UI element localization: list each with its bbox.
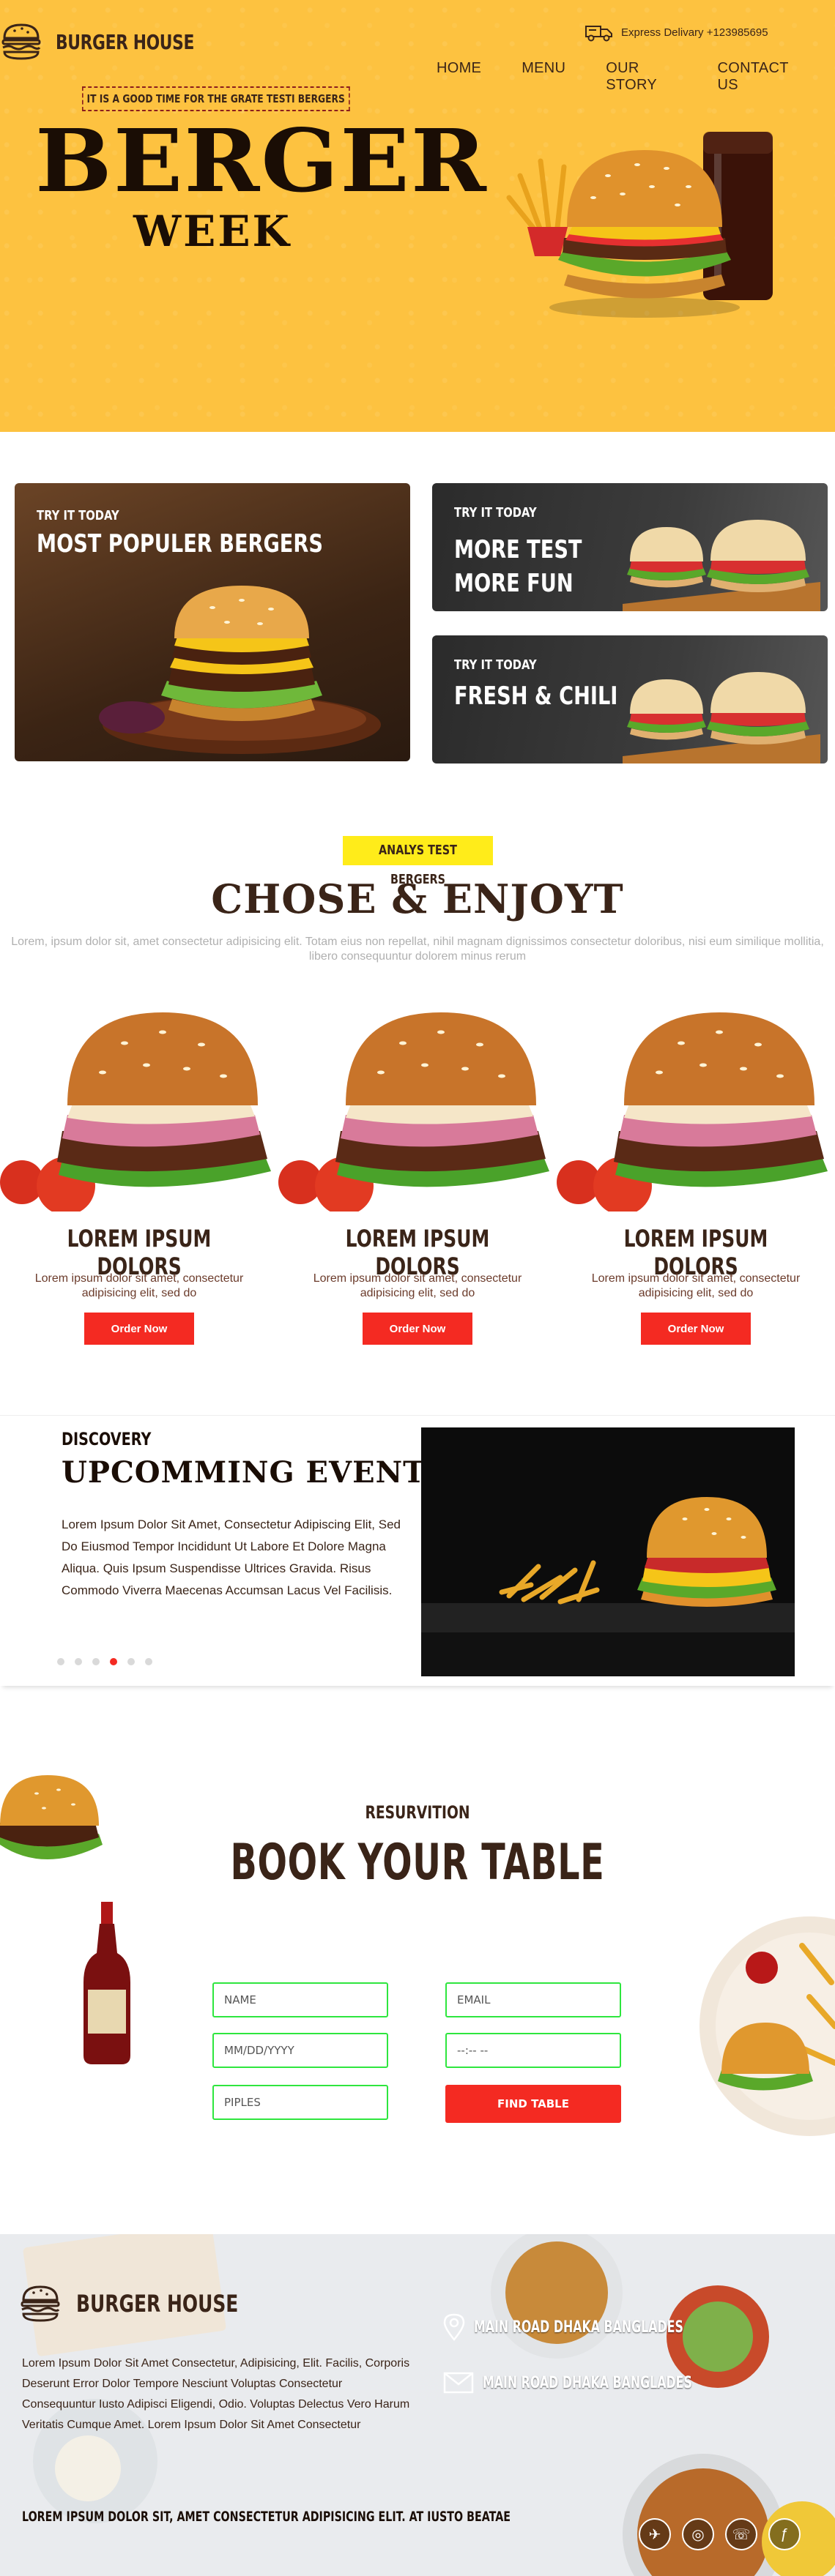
footer-mail-text: MAIN ROAD DHAKA BANGLADES [483,2373,692,2392]
slider-dots [57,1658,163,1665]
menu-lead: Lorem, ipsum dolor sit, amet consectetur… [11,936,824,963]
events-title: UPCOMMING EVENTS [62,1455,448,1490]
burger-logo-icon [1,23,41,60]
brand-name: BURGER HOUSE [56,29,195,54]
footer-text: Lorem Ipsum Dolor Sit Amet Consectetur, … [22,2357,410,2431]
menu-burger-image [0,1012,271,1212]
footer-mail[interactable]: MAIN ROAD DHAKA BANGLADES [443,2372,773,2394]
hero-title: BERGER [35,110,488,212]
menu-badge: ANALYS TEST BERGERS [343,836,493,887]
brand-logo[interactable]: BURGER HOUSE [0,20,233,63]
nav-menu[interactable]: MENU [522,60,565,94]
double-burger-image [623,520,820,611]
order-now-button[interactable]: Order Now [641,1313,751,1345]
social-links: ✈ ◎ ☏ ƒ [628,2518,801,2550]
plate-burger-image [699,1916,835,2136]
feature-heading-line-1: MORE TEST [454,535,582,564]
nav-home[interactable]: HOME [437,60,481,94]
feature-kicker: TRY IT TODAY [454,505,537,520]
feature-card-fresh-chili[interactable]: TRY IT TODAY FRESH & CHILI [432,635,828,764]
hero-subtitle: WEEK [133,206,292,256]
reservation-title: BOOK YOUR TABLE [230,1834,605,1892]
footer-brand-name: BURGER HOUSE [76,2290,239,2318]
social-instagram-icon[interactable]: ◎ [682,2518,714,2550]
social-twitter-icon[interactable]: ✈ [639,2518,671,2550]
menu-item-desc: Lorem ipsum dolor sit amet, consectetur … [34,1272,244,1299]
hero-burger-image [506,132,773,318]
slider-dot-3[interactable] [92,1658,100,1665]
menu-burger-image [557,1012,828,1212]
menu-item-desc: Lorem ipsum dolor sit amet, consectetur … [591,1272,801,1299]
footer-address[interactable]: MAIN ROAD DHAKA BANGLADES [443,2313,765,2341]
date-field[interactable] [212,2033,388,2068]
mail-icon [443,2372,474,2394]
hero-tagline: IT IS A GOOD TIME FOR THE GRATE TESTI BE… [82,86,350,111]
social-facebook-icon[interactable]: ƒ [768,2518,801,2550]
people-field[interactable] [212,2085,388,2120]
feature-heading: FRESH & CHILI [454,682,618,711]
slider-dot-5[interactable] [127,1658,135,1665]
delivery-truck-icon [585,26,612,42]
name-field[interactable] [212,1982,388,2017]
hero-section: BURGER HOUSE Express Delivary +123985695… [0,0,835,432]
footer-address-text: MAIN ROAD DHAKA BANGLADES [474,2318,683,2337]
time-field[interactable] [445,2033,621,2068]
nav-contact-us[interactable]: CONTACT US [718,60,795,94]
footer-brand-logo[interactable]: BURGER HOUSE [19,2282,284,2325]
feature-heading-line-2: MORE FUN [454,569,574,598]
order-now-button[interactable]: Order Now [363,1313,472,1345]
event-photo [421,1427,795,1676]
slider-dot-4[interactable] [110,1658,117,1665]
slider-dot-2[interactable] [75,1658,82,1665]
main-nav: HOME MENU OUR STORY CONTACT US [437,60,835,94]
email-field[interactable] [445,1982,621,2017]
delivery-info[interactable]: Express Delivary +123985695 [584,22,768,42]
menu-burger-image [278,1012,549,1212]
menu-item-desc: Lorem ipsum dolor sit amet, consectetur … [313,1272,522,1299]
slider-dot-1[interactable] [57,1658,64,1665]
nav-our-story[interactable]: OUR STORY [606,60,677,94]
footer-copyright: LOREM IPSUM DOLOR SIT, AMET CONSECTETUR … [22,2509,511,2525]
events-text: Lorem Ipsum Dolor Sit Amet, Consectetur … [62,1517,401,1597]
sauce-bottle-image [84,1902,130,2064]
burger-fries-image [421,1497,795,1676]
events-kicker: DISCOVERY [62,1429,152,1449]
feature-card-more-test[interactable]: TRY IT TODAY MORE TEST MORE FUN [432,483,828,611]
delivery-text: Express Delivary +123985695 [621,26,768,39]
location-pin-icon [443,2313,465,2341]
side-burger-image [0,1775,103,1859]
feature-card-popular[interactable]: TRY IT TODAY MOST POPULER BERGERS [15,483,410,761]
feature-kicker: TRY IT TODAY [37,508,119,523]
feature-kicker: TRY IT TODAY [454,657,537,673]
burger-logo-icon [21,2285,60,2322]
reservation-kicker: RESURVITION [365,1802,470,1823]
menu-title: CHOSE & ENJOYT [211,876,624,922]
find-table-button[interactable]: FIND TABLE [445,2085,621,2123]
double-burger-image [623,672,820,764]
popular-burger-image [99,586,381,754]
order-now-button[interactable]: Order Now [84,1313,194,1345]
social-whatsapp-icon[interactable]: ☏ [725,2518,757,2550]
slider-dot-6[interactable] [145,1658,152,1665]
